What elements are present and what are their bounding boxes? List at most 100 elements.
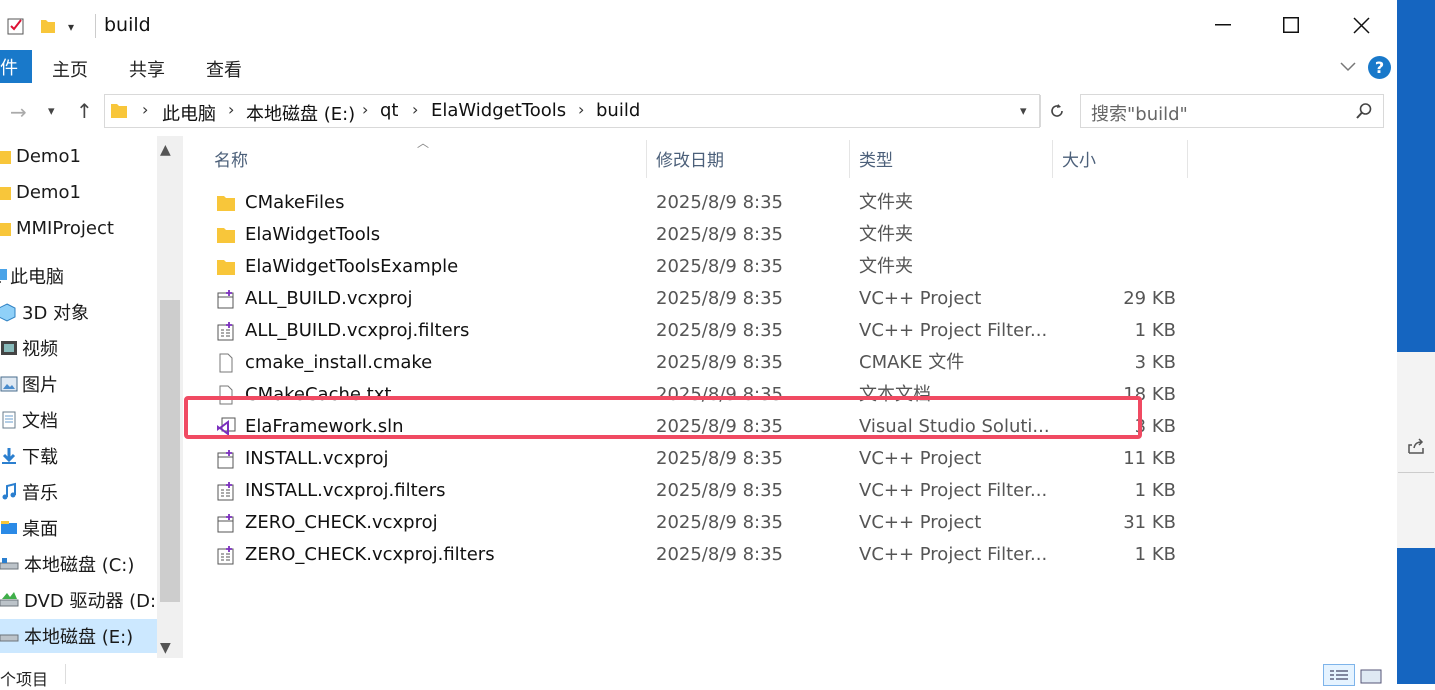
nav-item-music[interactable]: 音乐 xyxy=(0,475,58,509)
nav-item-drive-e[interactable]: 本地磁盘 (E:) xyxy=(0,619,157,653)
nav-item-mmiproject[interactable]: MMIProject xyxy=(0,211,114,245)
column-header-name[interactable]: 名称 xyxy=(214,146,248,171)
file-row-elawidgettoolsexample[interactable]: ElaWidgetToolsExample 2025/8/9 8:35 文件夹 xyxy=(186,251,1196,283)
refresh-icon xyxy=(1051,104,1063,117)
file-row-install-vcxproj[interactable]: INSTALL.vcxproj 2025/8/9 8:35 VC++ Proje… xyxy=(186,443,1196,475)
up-button[interactable]: ↑ xyxy=(76,99,93,123)
breadcrumb-separator-icon[interactable]: › xyxy=(362,100,368,119)
large-icons-view-button[interactable] xyxy=(1360,668,1384,684)
address-bar[interactable] xyxy=(104,94,1040,128)
scroll-up-icon[interactable]: ▲ xyxy=(160,142,171,158)
nav-item-this-pc[interactable]: 此电脑 xyxy=(0,259,64,293)
file-row-all-build-vcxproj[interactable]: ALL_BUILD.vcxproj 2025/8/9 8:35 VC++ Pro… xyxy=(186,283,1196,315)
refresh-button[interactable] xyxy=(1040,95,1073,127)
nav-item-label: 图片 xyxy=(22,375,58,396)
tab-home[interactable]: 主页 xyxy=(52,56,88,82)
search-box[interactable]: 搜索"build" xyxy=(1080,94,1384,128)
breadcrumb-separator-icon[interactable]: › xyxy=(228,100,234,119)
file-date: 2025/8/9 8:35 xyxy=(656,352,783,373)
filters-icon xyxy=(217,546,234,565)
details-view-button[interactable] xyxy=(1323,664,1355,686)
maximize-button[interactable] xyxy=(1256,0,1326,50)
new-folder-icon[interactable] xyxy=(40,17,56,34)
file-date: 2025/8/9 8:35 xyxy=(656,512,783,533)
close-button[interactable] xyxy=(1326,0,1396,50)
nav-item-videos[interactable]: 视频 xyxy=(0,331,58,365)
column-header-type[interactable]: 类型 xyxy=(859,146,893,171)
file-name: INSTALL.vcxproj xyxy=(245,448,389,469)
window-title: build xyxy=(104,14,151,36)
tab-file[interactable]: 件 xyxy=(0,50,32,83)
breadcrumb-drive-e[interactable]: 本地磁盘 (E:) xyxy=(246,100,355,126)
search-input[interactable]: 搜索"build" xyxy=(1091,100,1188,126)
annotation-highlight-box xyxy=(184,396,1142,439)
breadcrumb-separator-icon[interactable]: › xyxy=(142,100,148,119)
filters-icon xyxy=(217,482,234,501)
file-row-elawidgettools[interactable]: ElaWidgetTools 2025/8/9 8:35 文件夹 xyxy=(186,219,1196,251)
nav-item-drive-c[interactable]: 本地磁盘 (C:) xyxy=(0,547,134,581)
ribbon-bar: 件 主页 共享 查看 ? xyxy=(0,50,1397,86)
nav-item-dvd-d[interactable]: DVD 驱动器 (D:) xyxy=(0,583,163,617)
breadcrumb-qt[interactable]: qt xyxy=(380,100,398,121)
nav-item-downloads[interactable]: 下载 xyxy=(0,439,58,473)
nav-item-demo1[interactable]: Demo1 xyxy=(0,175,81,209)
file-row-cmake-install[interactable]: cmake_install.cmake 2025/8/9 8:35 CMAKE … xyxy=(186,347,1196,379)
file-date: 2025/8/9 8:35 xyxy=(656,288,783,309)
file-row-all-build-filters[interactable]: ALL_BUILD.vcxproj.filters 2025/8/9 8:35 … xyxy=(186,315,1196,347)
breadcrumb-separator-icon[interactable]: › xyxy=(412,100,418,119)
nav-item-label: 音乐 xyxy=(22,483,58,504)
column-divider[interactable] xyxy=(849,140,850,178)
column-divider[interactable] xyxy=(646,140,647,178)
recent-locations-icon[interactable]: ▾ xyxy=(48,104,55,119)
nav-item-pictures[interactable]: 图片 xyxy=(0,367,58,401)
share-icon[interactable] xyxy=(1406,436,1426,456)
scroll-down-icon[interactable]: ▼ xyxy=(160,640,171,656)
breadcrumb-build[interactable]: build xyxy=(596,100,640,121)
address-history-dropdown-icon[interactable]: ▾ xyxy=(1020,104,1027,119)
column-divider[interactable] xyxy=(1052,140,1053,178)
file-name: cmake_install.cmake xyxy=(245,352,433,373)
breadcrumb-elawidgettools[interactable]: ElaWidgetTools xyxy=(431,100,566,121)
file-row-zero-check-filters[interactable]: ZERO_CHECK.vcxproj.filters 2025/8/9 8:35… xyxy=(186,539,1196,571)
file-row-cmakefiles[interactable]: CMakeFiles 2025/8/9 8:35 文件夹 xyxy=(186,187,1196,219)
drive-icon xyxy=(0,558,19,570)
file-row-zero-check-vcxproj[interactable]: ZERO_CHECK.vcxproj 2025/8/9 8:35 VC++ Pr… xyxy=(186,507,1196,539)
tab-file-label: 件 xyxy=(0,57,18,79)
file-name: INSTALL.vcxproj.filters xyxy=(245,480,446,501)
tab-share[interactable]: 共享 xyxy=(129,56,165,82)
file-name: ALL_BUILD.vcxproj.filters xyxy=(245,320,470,341)
breadcrumb-separator-icon[interactable]: › xyxy=(578,100,584,119)
pictures-icon xyxy=(0,376,18,392)
forward-button[interactable]: → xyxy=(10,100,27,124)
column-divider[interactable] xyxy=(1187,140,1188,178)
nav-item-demo1[interactable]: Demo1 xyxy=(0,139,81,173)
file-type: CMAKE 文件 xyxy=(859,352,965,373)
nav-item-3d-objects[interactable]: 3D 对象 xyxy=(0,295,89,329)
search-icon[interactable] xyxy=(1355,102,1373,120)
tab-view[interactable]: 查看 xyxy=(206,56,242,82)
column-header-size[interactable]: 大小 xyxy=(1062,146,1096,171)
file-type: 文件夹 xyxy=(859,192,913,213)
nav-item-desktop[interactable]: 桌面 xyxy=(0,511,58,545)
title-bar[interactable]: ▾ build xyxy=(0,0,1397,50)
nav-item-documents[interactable]: 文档 xyxy=(0,403,58,437)
drive-icon xyxy=(0,634,19,642)
quick-access-dropdown-icon[interactable]: ▾ xyxy=(68,20,74,34)
properties-icon[interactable] xyxy=(6,16,26,36)
nav-item-label: 本地磁盘 (E:) xyxy=(24,627,134,648)
help-button[interactable]: ? xyxy=(1368,56,1391,79)
nav-item-label: 此电脑 xyxy=(10,267,64,288)
expand-ribbon-icon[interactable] xyxy=(1338,56,1358,76)
file-type: VC++ Project Filter... xyxy=(859,480,1048,501)
file-row-install-filters[interactable]: INSTALL.vcxproj.filters 2025/8/9 8:35 VC… xyxy=(186,475,1196,507)
file-date: 2025/8/9 8:35 xyxy=(656,320,783,341)
scrollbar-thumb[interactable] xyxy=(160,300,180,602)
minimize-button[interactable] xyxy=(1188,0,1258,50)
breadcrumb-this-pc[interactable]: 此电脑 xyxy=(162,100,216,126)
file-date: 2025/8/9 8:35 xyxy=(656,256,783,277)
file-name: ElaWidgetTools xyxy=(245,224,381,245)
desktop-background xyxy=(1397,0,1435,684)
column-header-date[interactable]: 修改日期 xyxy=(656,146,724,171)
file-date: 2025/8/9 8:35 xyxy=(656,192,783,213)
nav-item-label: 视频 xyxy=(22,339,58,360)
